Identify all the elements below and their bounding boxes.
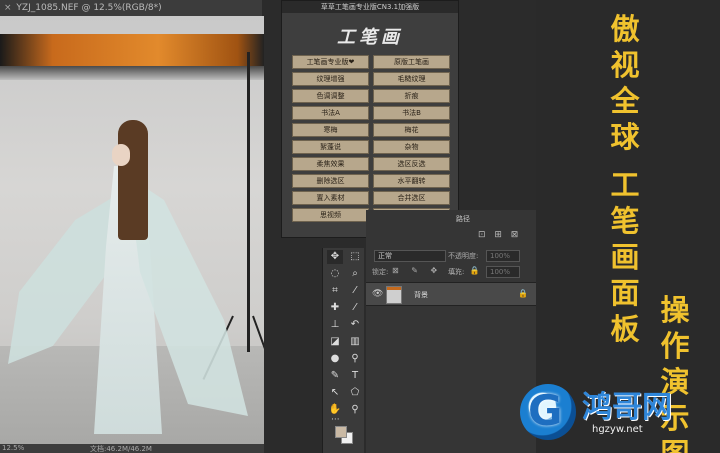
foreground-color-swatch[interactable] bbox=[335, 426, 347, 438]
overlay-char: 画 bbox=[610, 240, 640, 274]
plugin-button-grid: 工笔画专业版❤ 原版工笔画 纹理增强 毛糙纹理 色调调整 折痕 书法A 书法B 寒梅 梅花 絮蓬说杂… bbox=[282, 55, 458, 222]
gradient-tool-icon[interactable]: ▥ bbox=[347, 335, 363, 349]
orange-backdrop bbox=[0, 34, 264, 70]
path-select-tool-icon[interactable]: ↖ bbox=[327, 386, 343, 400]
plugin-button[interactable]: 思视频 bbox=[292, 208, 369, 222]
plugin-button[interactable]: 水平翻转 bbox=[373, 174, 450, 188]
quick-select-tool-icon[interactable]: ⌕ bbox=[347, 267, 363, 281]
blend-mode-select[interactable]: 正常 bbox=[374, 250, 446, 262]
layers-panel: 路径 ⊡ ⊞ ⊠ 正常 不透明度: 100% 锁定: ⊠ ✎ ✥ ⬚ 🔒 填充:… bbox=[366, 210, 536, 453]
healing-brush-tool-icon[interactable]: ✚ bbox=[327, 301, 343, 315]
overlay-char bbox=[608, 156, 642, 168]
plugin-button[interactable]: 柔焦效果 bbox=[292, 157, 369, 171]
more-tools-icon[interactable]: ··· bbox=[331, 415, 340, 425]
overlay-char: 视 bbox=[610, 48, 640, 82]
overlay-char: 操 bbox=[660, 293, 690, 327]
document-canvas[interactable] bbox=[0, 16, 264, 444]
plugin-button[interactable]: 絮蓬说 bbox=[292, 140, 369, 154]
brand-logo-letter: G bbox=[528, 386, 563, 435]
plugin-button[interactable]: 书法A bbox=[292, 106, 369, 120]
pen-tool-icon[interactable]: ✎ bbox=[327, 369, 343, 383]
eyedropper-tool-icon[interactable]: ⁄ bbox=[347, 284, 363, 298]
overlay-char: 面 bbox=[610, 276, 640, 310]
backdrop-shadow bbox=[0, 66, 264, 80]
eraser-tool-icon[interactable]: ◪ bbox=[327, 335, 343, 349]
plugin-button[interactable]: 删除选区 bbox=[292, 174, 369, 188]
plugin-button[interactable]: 色调调整 bbox=[292, 89, 369, 103]
overlay-char: 全 bbox=[610, 84, 640, 118]
overlay-char: 板 bbox=[610, 312, 640, 346]
plugin-button[interactable]: 选区反选 bbox=[373, 157, 450, 171]
plugin-button[interactable]: 杂物 bbox=[373, 140, 450, 154]
overlay-title-column-1: 傲视全球工笔画面板 bbox=[608, 12, 642, 348]
plugin-button[interactable]: 纹理增强 bbox=[292, 72, 369, 86]
tool-grid: ✥ ⬚ ◌ ⌕ ⌗ ⁄ ✚ ⁄ ⊥ ↶ ◪ ▥ ● ⚲ ✎ T ↖ ⬠ ✋ ⚲ bbox=[327, 250, 363, 417]
brush-tool-icon[interactable]: ⁄ bbox=[347, 301, 363, 315]
layer-row-background[interactable]: 👁 背景 🔒 bbox=[366, 282, 536, 306]
paths-tab[interactable]: 路径 bbox=[456, 214, 470, 224]
lock-icon: 🔒 bbox=[518, 289, 528, 298]
history-brush-tool-icon[interactable]: ↶ bbox=[347, 318, 363, 332]
close-icon[interactable]: × bbox=[4, 3, 12, 13]
plugin-button[interactable]: 合并选区 bbox=[373, 191, 450, 205]
document-tab[interactable]: × YZJ_1085.NEF @ 12.5%(RGB/8*) bbox=[0, 0, 262, 16]
move-tool-icon[interactable]: ✥ bbox=[327, 250, 343, 264]
plugin-button[interactable]: 置入素材 bbox=[292, 191, 369, 205]
lock-row: 锁定: ⊠ ✎ ✥ ⬚ 🔒 填充: 100% bbox=[368, 266, 534, 279]
overlay-char: 作 bbox=[660, 329, 690, 363]
layer-filter-icons[interactable]: ⊡ ⊞ ⊠ bbox=[478, 230, 521, 240]
overlay-char: 工 bbox=[610, 168, 640, 202]
model-hair bbox=[118, 120, 148, 240]
type-tool-icon[interactable]: T bbox=[347, 369, 363, 383]
status-bar: 12.5% 文档:46.2M/46.2M bbox=[0, 444, 264, 453]
overlay-char: 笔 bbox=[610, 204, 640, 238]
brand-watermark: G 鸿哥网 hgzyw.net bbox=[520, 382, 716, 446]
blur-tool-icon[interactable]: ● bbox=[327, 352, 343, 366]
crop-tool-icon[interactable]: ⌗ bbox=[327, 284, 343, 298]
layer-name: 背景 bbox=[414, 291, 428, 299]
plugin-button[interactable]: 折痕 bbox=[373, 89, 450, 103]
plugin-button[interactable]: 寒梅 bbox=[292, 123, 369, 137]
opacity-label: 不透明度: bbox=[448, 252, 479, 260]
dodge-tool-icon[interactable]: ⚲ bbox=[347, 352, 363, 366]
document-info: 文档:46.2M/46.2M bbox=[90, 445, 152, 453]
fill-field[interactable]: 100% bbox=[486, 266, 520, 278]
brand-url: hgzyw.net bbox=[592, 424, 643, 435]
zoom-level[interactable]: 12.5% bbox=[2, 444, 24, 452]
lock-label: 锁定: bbox=[372, 268, 389, 276]
plugin-logo: 工笔画 bbox=[337, 27, 403, 48]
document-title: YZJ_1085.NEF @ 12.5%(RGB/8*) bbox=[16, 3, 162, 13]
overlay-char: 球 bbox=[610, 120, 640, 154]
tools-panel: ✥ ⬚ ◌ ⌕ ⌗ ⁄ ✚ ⁄ ⊥ ↶ ◪ ▥ ● ⚲ ✎ T ↖ ⬠ ✋ ⚲ ··· bbox=[322, 248, 364, 453]
eye-icon[interactable]: 👁 bbox=[372, 289, 383, 299]
overlay-char: 傲 bbox=[610, 12, 640, 46]
plugin-title: 草草工笔画专业版CN3.1加强版 bbox=[282, 1, 458, 13]
stamp-tool-icon[interactable]: ⊥ bbox=[327, 318, 343, 332]
plugin-button[interactable]: 毛糙纹理 bbox=[373, 72, 450, 86]
model-face bbox=[112, 144, 130, 166]
zoom-tool-icon[interactable]: ⚲ bbox=[347, 403, 363, 417]
brand-name: 鸿哥网 bbox=[582, 390, 672, 425]
plugin-button[interactable]: 书法B bbox=[373, 106, 450, 120]
blend-row: 正常 不透明度: 100% bbox=[368, 250, 534, 263]
lasso-tool-icon[interactable]: ◌ bbox=[327, 267, 343, 281]
plugin-button[interactable]: 梅花 bbox=[373, 123, 450, 137]
plugin-button[interactable]: 工笔画专业版❤ bbox=[292, 55, 369, 69]
marquee-tool-icon[interactable]: ⬚ bbox=[347, 250, 363, 264]
plugin-button[interactable]: 原版工笔画 bbox=[373, 55, 450, 69]
lock-icons[interactable]: ⊠ ✎ ✥ ⬚ 🔒 bbox=[392, 266, 485, 275]
fill-label: 填充: bbox=[448, 268, 465, 276]
shape-tool-icon[interactable]: ⬠ bbox=[347, 386, 363, 400]
layer-thumbnail bbox=[386, 286, 402, 304]
opacity-field[interactable]: 100% bbox=[486, 250, 520, 262]
gongbi-plugin-panel: 草草工笔画专业版CN3.1加强版 工笔画 工笔画专业版❤ 原版工笔画 纹理增强 毛糙纹… bbox=[281, 0, 459, 238]
light-stand bbox=[247, 52, 250, 352]
